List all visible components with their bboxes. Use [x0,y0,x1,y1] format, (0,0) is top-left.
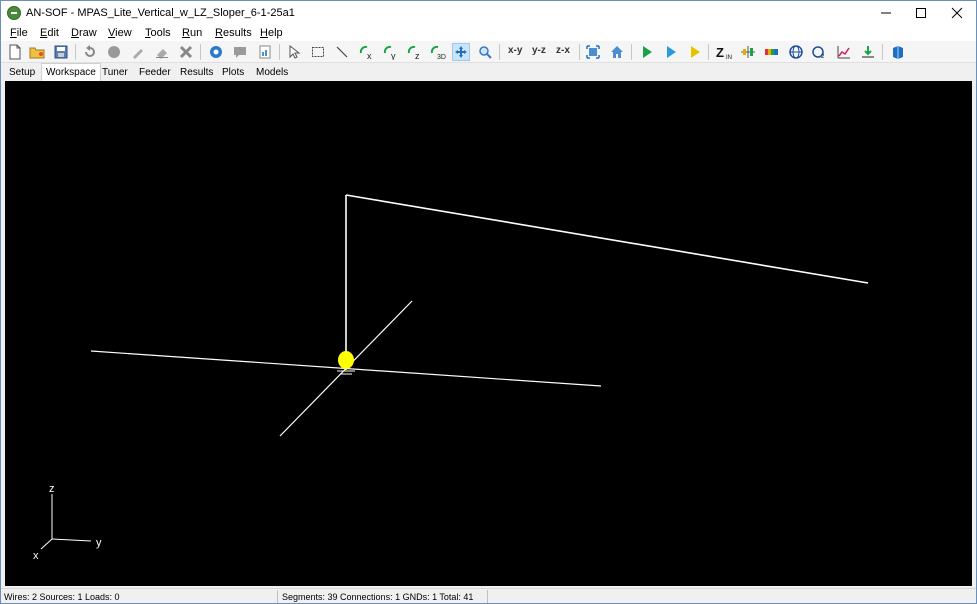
minimize-button[interactable] [868,1,904,25]
ansof-logo-icon [7,6,21,20]
ground-symbol-icon [337,370,355,375]
status-wires-sources: Wires: 2 Sources: 1 Loads: 0 [4,592,120,602]
status-bar: Wires: 2 Sources: 1 Loads: 0 Segments: 3… [1,588,976,603]
plot-chart-icon[interactable] [835,43,853,61]
new-file-icon[interactable] [6,43,24,61]
axis-y-label: y [96,537,102,549]
menu-help[interactable]: Help [260,27,283,39]
menu-view[interactable]: View [108,27,132,39]
box-select-icon[interactable] [309,43,327,61]
axis-triad: z y x [33,483,102,562]
save-icon[interactable] [52,43,70,61]
tab-results[interactable]: Results [176,65,217,81]
menu-run[interactable]: Run [182,27,202,39]
export-download-icon[interactable] [859,43,877,61]
menu-results[interactable]: Results [215,27,252,39]
stop-icon[interactable] [105,43,123,61]
close-button[interactable] [939,1,975,25]
tab-setup[interactable]: Setup [5,65,39,81]
undo-icon[interactable] [81,43,99,61]
axis-z-label: z [49,483,55,495]
pan-move-icon[interactable] [452,43,470,61]
workspace-3d-viewport[interactable]: z y x [5,81,972,586]
window-title: AN-SOF - MPAS_Lite_Vertical_w_LZ_Sloper_… [26,7,295,19]
rotate-x-icon[interactable]: x [357,43,375,61]
pattern-2d-icon[interactable]: 2 [811,43,829,61]
select-pointer-icon[interactable] [285,43,303,61]
rotate-y-icon[interactable]: y [381,43,399,61]
tab-tuner[interactable]: Tuner [98,65,132,81]
tab-feeder[interactable]: Feeder [135,65,175,81]
view-zx-button[interactable]: z-x [556,45,570,56]
eraser-icon[interactable] [153,43,171,61]
view-xy-button[interactable]: x-y [508,45,522,56]
svg-text:x: x [367,51,372,60]
help-book-icon[interactable] [889,43,907,61]
app-window: AN-SOF - MPAS_Lite_Vertical_w_LZ_Sloper_… [0,0,977,604]
antenna-scene: z y x [33,194,869,562]
view-yz-button[interactable]: y-z [532,45,546,56]
status-segments: Segments: 39 Connections: 1 GNDs: 1 Tota… [282,592,474,602]
comment-icon[interactable] [231,43,249,61]
radiation-pattern-icon[interactable] [787,43,805,61]
zoom-magnifier-icon[interactable] [476,43,494,61]
tab-bar: Setup Workspace Tuner Feeder Results Plo… [1,63,976,81]
menu-edit[interactable]: Edit [40,27,59,39]
rotate-3d-icon[interactable]: 3D [429,43,447,61]
svg-text:3D: 3D [437,54,446,60]
source-marker[interactable] [338,351,354,369]
impedance-zin-icon[interactable]: Z IN [715,43,733,61]
run-far-field-icon[interactable] [686,43,704,61]
draw-line-icon[interactable] [333,43,351,61]
settings-gear-icon[interactable] [207,43,225,61]
zoom-fit-icon[interactable] [584,43,602,61]
menu-tools[interactable]: Tools [145,27,171,39]
menu-file[interactable]: File [10,27,28,39]
menu-draw[interactable]: Draw [71,27,97,39]
toolbar: x y z 3D x-y y-z z-x Z IN 2 [1,41,976,63]
rotate-z-icon[interactable]: z [405,43,423,61]
sloper-wire [345,194,869,284]
run-play-icon[interactable] [638,43,656,61]
report-icon[interactable] [256,43,274,61]
tab-plots[interactable]: Plots [218,65,248,81]
home-view-icon[interactable] [608,43,626,61]
pencil-icon[interactable] [129,43,147,61]
title-bar: AN-SOF - MPAS_Lite_Vertical_w_LZ_Sloper_… [1,1,976,25]
svg-text:IN: IN [726,55,732,60]
delete-icon[interactable] [177,43,195,61]
svg-text:Z: Z [716,45,724,60]
tab-models[interactable]: Models [252,65,292,81]
current-distribution-icon[interactable] [739,43,757,61]
axis-x-label: x [33,550,39,562]
svg-text:z: z [415,51,420,60]
run-sweep-icon[interactable] [662,43,680,61]
tab-workspace[interactable]: Workspace [41,63,101,81]
svg-text:y: y [391,51,396,60]
svg-text:2: 2 [821,54,825,59]
colormap-icon[interactable] [763,43,781,61]
maximize-button[interactable] [903,1,939,25]
open-folder-icon[interactable] [28,43,46,61]
menu-bar: File Edit Draw View Tools Run Results He… [1,25,976,41]
